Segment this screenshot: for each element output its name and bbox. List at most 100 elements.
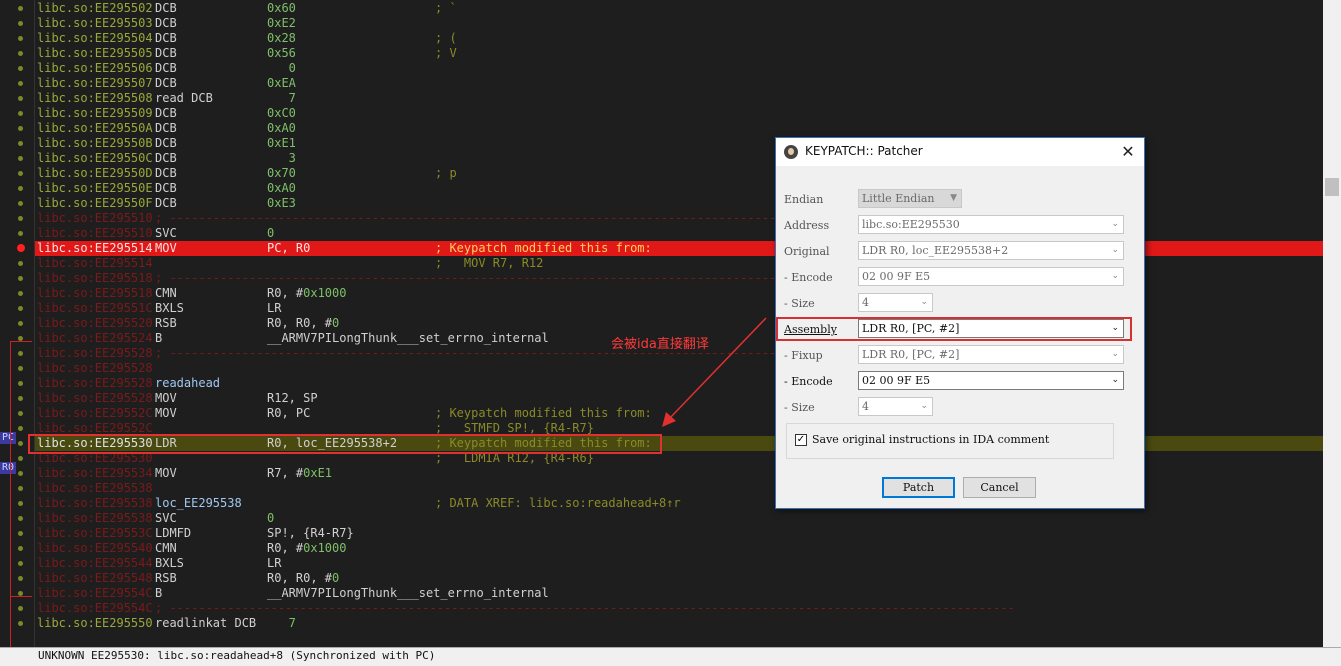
listing-row[interactable]: libc.so:EE295503 DCB 0xE2 [35, 16, 1323, 31]
dialog-titlebar[interactable]: KEYPATCH:: Patcher ✕ [776, 138, 1144, 166]
line-marker-icon[interactable] [18, 81, 23, 86]
close-icon[interactable]: ✕ [1116, 140, 1140, 164]
line-marker-icon[interactable] [18, 66, 23, 71]
cancel-button[interactable]: Cancel [963, 477, 1036, 498]
address: libc.so:EE29550F [37, 196, 153, 210]
line-marker-icon[interactable] [18, 21, 23, 26]
code-label[interactable]: loc_EE295538 [155, 496, 242, 511]
line-marker-icon[interactable] [18, 441, 23, 446]
comment: ; MOV R7, R12 [435, 256, 544, 270]
line-marker-icon[interactable] [18, 486, 23, 491]
operands: 0xA0 [267, 121, 296, 136]
original-select[interactable]: LDR R0, loc_EE295538+2 ⌄ [858, 241, 1124, 260]
line-marker-icon[interactable] [18, 291, 23, 296]
line-marker-icon[interactable] [18, 471, 23, 476]
line-marker-icon[interactable] [18, 96, 23, 101]
listing-row[interactable]: libc.so:EE295502 DCB 0x60 ; ` [35, 1, 1323, 16]
line-marker-icon[interactable] [18, 306, 23, 311]
scrollbar-thumb[interactable] [1325, 178, 1339, 196]
operands: 0x56 [267, 46, 296, 61]
keypatch-dialog[interactable]: KEYPATCH:: Patcher ✕ Endian Little Endia… [775, 137, 1145, 509]
line-marker-icon[interactable] [18, 366, 23, 371]
listing-row[interactable]: libc.so:EE295538 SVC 0 [35, 511, 1323, 526]
fixup-select[interactable]: LDR R0, [PC, #2] ⌄ [858, 345, 1124, 364]
original-size-select[interactable]: 4 ⌄ [858, 293, 933, 312]
line-marker-icon[interactable] [18, 6, 23, 11]
assembly-input[interactable]: LDR R0, [PC, #2] ⌄ [858, 319, 1124, 338]
line-marker-icon[interactable] [18, 201, 23, 206]
line-marker-icon[interactable] [18, 411, 23, 416]
listing-row[interactable]: libc.so:EE29554C; ----------------------… [35, 601, 1323, 616]
line-marker-icon[interactable] [18, 261, 23, 266]
operand-number: 7 [267, 91, 296, 105]
chevron-down-icon: ⌄ [920, 297, 928, 307]
address: libc.so:EE295550 [37, 616, 153, 630]
line-marker-icon[interactable] [18, 111, 23, 116]
listing-row[interactable]: libc.so:EE295508 read DCB 7 [35, 91, 1323, 106]
chevron-down-icon: ⌄ [1111, 375, 1119, 385]
line-marker-icon[interactable] [18, 141, 23, 146]
line-marker-icon[interactable] [18, 456, 23, 461]
line-marker-icon[interactable] [18, 426, 23, 431]
listing-row[interactable]: libc.so:EE29550A DCB 0xA0 [35, 121, 1323, 136]
listing-row[interactable]: libc.so:EE295544 BXLS LR [35, 556, 1323, 571]
code-label[interactable]: readahead [155, 376, 220, 391]
line-marker-icon[interactable] [18, 51, 23, 56]
new-encode-select[interactable]: 02 00 9F E5 ⌄ [858, 371, 1124, 390]
line-marker-icon[interactable] [18, 126, 23, 131]
line-marker-icon[interactable] [18, 606, 23, 611]
listing-row[interactable]: libc.so:EE295504 DCB 0x28 ; ( [35, 31, 1323, 46]
line-marker-icon[interactable] [18, 216, 23, 221]
save-comment-label[interactable]: Save original instructions in IDA commen… [812, 433, 1049, 446]
line-marker-icon[interactable] [18, 351, 23, 356]
line-marker-icon[interactable] [18, 396, 23, 401]
listing-row[interactable]: libc.so:EE295550 readlinkat DCB 7 [35, 616, 1323, 631]
mnemonic: DCB [155, 1, 177, 15]
listing-row[interactable]: libc.so:EE295507 DCB 0xEA [35, 76, 1323, 91]
line-marker-icon[interactable] [18, 546, 23, 551]
line-marker-icon[interactable] [18, 576, 23, 581]
line-marker-icon[interactable] [18, 276, 23, 281]
line-marker-icon[interactable] [18, 381, 23, 386]
operand-number: 0xE3 [267, 196, 296, 210]
patch-button[interactable]: Patch [882, 477, 955, 498]
line-marker-icon[interactable] [18, 321, 23, 326]
listing-row[interactable]: libc.so:EE295505 DCB 0x56 ; V [35, 46, 1323, 61]
line-marker-icon[interactable] [18, 171, 23, 176]
vertical-scrollbar[interactable] [1323, 0, 1341, 647]
line-marker-icon[interactable] [18, 621, 23, 626]
line-marker-icon[interactable] [18, 231, 23, 236]
breakpoint-icon[interactable] [17, 244, 25, 252]
operands: PC, R0 [267, 241, 310, 256]
operand-text: R0, PC [267, 406, 311, 420]
mnemonic: CMN [155, 286, 177, 300]
listing-row[interactable]: libc.so:EE295506 DCB 0 [35, 61, 1323, 76]
listing-row[interactable]: libc.so:EE295548 RSB R0, R0, #0 [35, 571, 1323, 586]
new-size-select[interactable]: 4 ⌄ [858, 397, 933, 416]
line-marker-icon[interactable] [18, 531, 23, 536]
endian-select[interactable]: Little Endian ▼ [858, 189, 962, 208]
line-marker-icon[interactable] [18, 156, 23, 161]
line-marker-icon[interactable] [18, 36, 23, 41]
address: libc.so:EE295518 [37, 286, 153, 300]
operands: 0xEA [267, 76, 296, 91]
operand-number: 7 [267, 616, 296, 630]
mnemonic: BXLS [155, 556, 184, 570]
line-marker-icon[interactable] [18, 501, 23, 506]
address: libc.so:EE295538 [37, 511, 153, 525]
listing-row[interactable]: libc.so:EE295540 CMN R0, #0x1000 [35, 541, 1323, 556]
line-marker-icon[interactable] [18, 186, 23, 191]
operands: R0, #0x1000 [267, 286, 346, 301]
original-encode-select[interactable]: 02 00 9F E5 ⌄ [858, 267, 1124, 286]
chevron-down-icon[interactable]: ⌄ [1111, 320, 1119, 337]
listing-row[interactable]: libc.so:EE29553C LDMFD SP!, {R4-R7} [35, 526, 1323, 541]
address-select[interactable]: libc.so:EE295530 ⌄ [858, 215, 1124, 234]
line-marker-icon[interactable] [18, 516, 23, 521]
original-encode-value: 02 00 9F E5 [862, 270, 931, 283]
listing-row[interactable]: libc.so:EE295509 DCB 0xC0 [35, 106, 1323, 121]
operands: 0xE1 [267, 136, 296, 151]
listing-row[interactable]: libc.so:EE29554C B __ARMV7PILongThunk___se… [35, 586, 1323, 601]
address: libc.so:EE29554C [37, 586, 153, 600]
save-comment-checkbox[interactable]: ✓ [795, 434, 807, 446]
line-marker-icon[interactable] [18, 561, 23, 566]
